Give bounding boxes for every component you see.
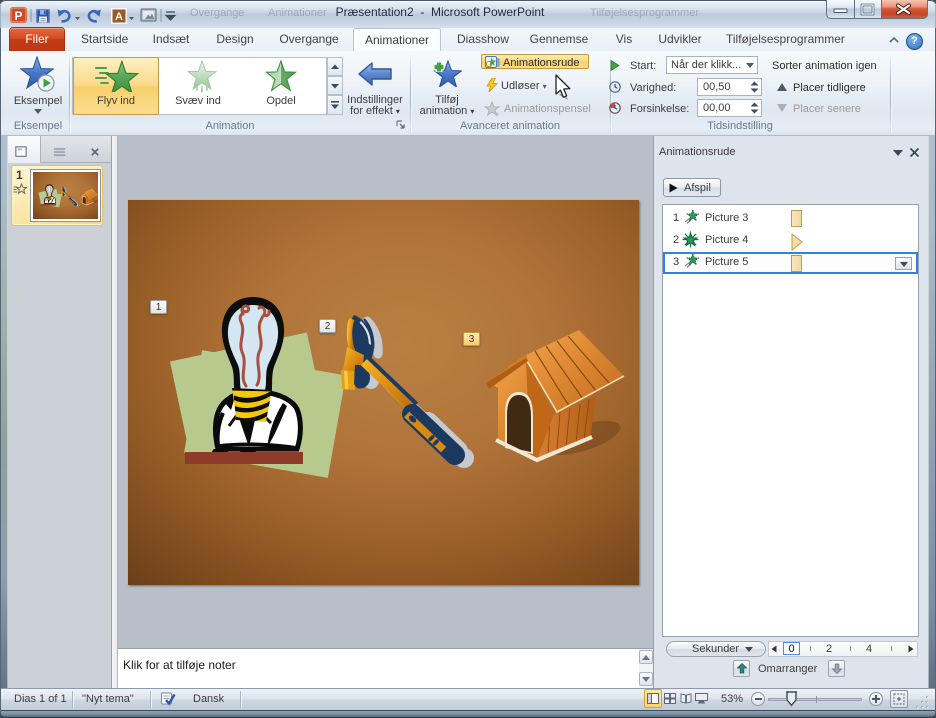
svg-text:P: P bbox=[14, 9, 22, 23]
svg-text:A: A bbox=[115, 11, 123, 23]
